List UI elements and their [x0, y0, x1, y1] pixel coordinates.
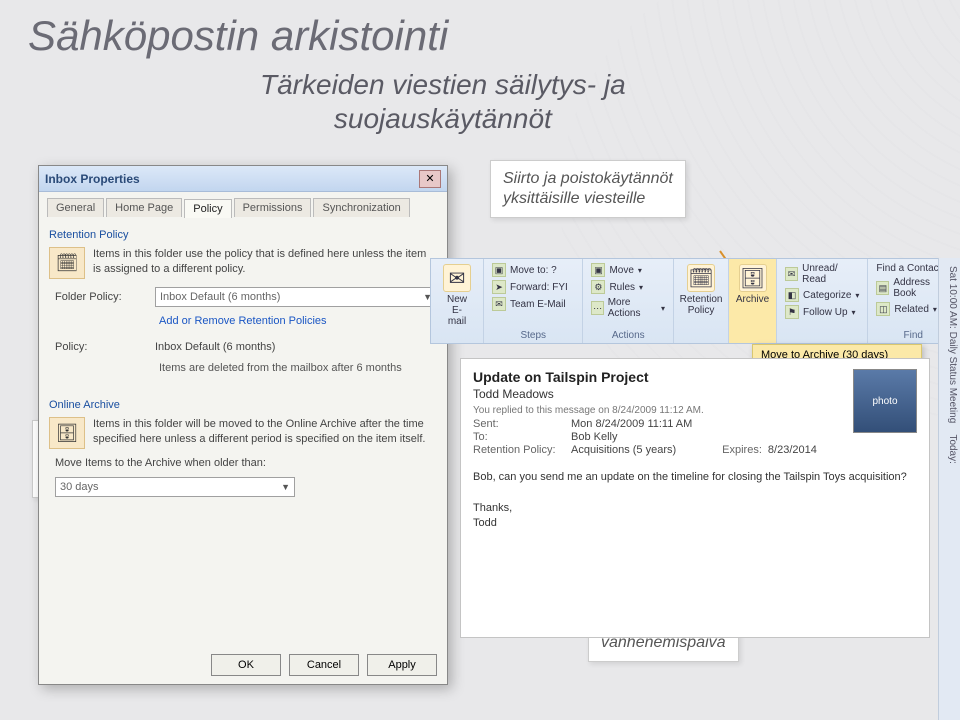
folder-icon: ▣: [492, 263, 506, 277]
move-button[interactable]: ▣Move ▾: [591, 262, 665, 278]
new-email-label: New E-mail: [443, 294, 471, 327]
more-actions-button[interactable]: ⋯More Actions ▾: [591, 296, 665, 320]
inbox-properties-dialog: Inbox Properties ✕ General Home Page Pol…: [38, 165, 448, 685]
archive-description: Items in this folder will be moved to th…: [93, 417, 437, 447]
retention-description: Items in this folder use the policy that…: [93, 247, 437, 277]
archive-icon: 🗄: [49, 417, 85, 449]
more-icon: ⋯: [591, 301, 603, 315]
policy-label: Policy:: [55, 341, 145, 353]
move-older-combo[interactable]: 30 days ▼: [55, 477, 295, 497]
ribbon-label: Follow Up: [803, 307, 847, 318]
ribbon-label: Forward: FYI: [510, 282, 568, 293]
message-body: Bob, can you send me an update on the ti…: [473, 470, 917, 485]
message-signature-1: Thanks,: [473, 501, 917, 516]
sender-avatar: photo: [853, 369, 917, 433]
ribbon-label: Unread/ Read: [802, 263, 859, 285]
rules-button[interactable]: ⚙Rules ▾: [591, 279, 665, 295]
ribbon-group-steps: Steps: [492, 330, 574, 341]
ribbon-label: Team E-Mail: [510, 299, 566, 310]
follow-up-button[interactable]: ⚑Follow Up ▾: [785, 304, 859, 320]
expires-value: 8/23/2014: [768, 444, 817, 456]
envelope-icon: ✉: [785, 267, 798, 281]
folder-policy-combo[interactable]: Inbox Default (6 months) ▼: [155, 287, 437, 307]
tab-home-page[interactable]: Home Page: [106, 198, 182, 217]
ribbon-label: Archive: [736, 294, 769, 305]
tab-policy[interactable]: Policy: [184, 199, 231, 218]
callout-per-message: Siirto ja poistokäytännöt yksittäisille …: [490, 160, 686, 218]
retention-icon: 🗓: [49, 247, 85, 279]
section-retention-title: Retention Policy: [49, 229, 437, 241]
section-archive-title: Online Archive: [49, 399, 437, 411]
forward-icon: ➤: [492, 280, 506, 294]
ribbon-label: More Actions: [608, 297, 657, 319]
move-older-label: Move Items to the Archive when older tha…: [55, 457, 431, 469]
to-value: Bob Kelly: [571, 431, 617, 443]
team-icon: ✉: [492, 297, 506, 311]
dialog-titlebar[interactable]: Inbox Properties ✕: [39, 166, 447, 192]
tab-synchronization[interactable]: Synchronization: [313, 198, 409, 217]
ribbon-label: Categorize: [803, 290, 851, 301]
mail-icon: ✉: [443, 264, 471, 292]
sent-label: Sent:: [473, 418, 565, 430]
tab-permissions[interactable]: Permissions: [234, 198, 312, 217]
new-email-button[interactable]: ✉ New E-mail: [439, 262, 475, 329]
related-icon: ◫: [876, 302, 890, 316]
message-signature-2: Todd: [473, 516, 917, 531]
retention-policy-button[interactable]: 🗓 Retention Policy: [682, 262, 720, 318]
category-icon: ◧: [785, 288, 799, 302]
ribbon: ✉ New E-mail ▣ Move to: ? ➤ Forward: FYI ✉…: [430, 258, 960, 344]
add-remove-policies-link[interactable]: Add or Remove Retention Policies: [159, 315, 437, 327]
ribbon-label: Rules: [609, 282, 635, 293]
forward-fyi-button[interactable]: ➤ Forward: FYI: [492, 279, 574, 295]
dialog-title: Inbox Properties: [45, 172, 140, 186]
rules-icon: ⚙: [591, 280, 605, 294]
ribbon-label: Find a Contact: [876, 263, 941, 274]
message-from: Todd Meadows: [473, 387, 917, 401]
close-icon[interactable]: ✕: [419, 170, 441, 188]
flag-icon: ⚑: [785, 305, 799, 319]
folder-policy-label: Folder Policy:: [55, 291, 145, 303]
move-older-value: 30 days: [60, 481, 99, 493]
apply-button[interactable]: Apply: [367, 654, 437, 676]
policy-value: Inbox Default (6 months): [155, 341, 437, 353]
retention-icon: 🗓: [687, 264, 715, 292]
cancel-button[interactable]: Cancel: [289, 654, 359, 676]
folder-policy-value: Inbox Default (6 months): [160, 291, 280, 303]
retention-label: Retention Policy:: [473, 444, 565, 456]
todo-today: Today:: [947, 434, 958, 463]
ok-button[interactable]: OK: [211, 654, 281, 676]
message-subject: Update on Tailspin Project: [473, 369, 917, 385]
archive-icon: 🗄: [739, 264, 767, 292]
ribbon-label: Move to: ?: [510, 265, 557, 276]
page-title: Sähköpostin arkistointi: [28, 12, 448, 60]
ribbon-label: Retention Policy: [680, 294, 723, 316]
sent-value: Mon 8/24/2009 11:11 AM: [571, 418, 692, 430]
retention-value: Acquisitions (5 years): [571, 444, 676, 456]
categorize-button[interactable]: ◧Categorize ▾: [785, 287, 859, 303]
message-replied-info: You replied to this message on 8/24/2009…: [473, 405, 917, 416]
page-subtitle: Tärkeiden viestien säilytys- ja suojausk…: [260, 68, 626, 135]
ribbon-label: Move: [609, 265, 633, 276]
policy-info: Items are deleted from the mailbox after…: [159, 361, 437, 375]
unread-read-button[interactable]: ✉ Unread/ Read: [785, 262, 859, 286]
todo-appointment: Sat 10:00 AM: Daily Status Meeting: [947, 266, 958, 423]
ribbon-group-actions: Actions: [591, 330, 665, 341]
move-icon: ▣: [591, 263, 605, 277]
chevron-down-icon: ▼: [281, 482, 290, 492]
book-icon: ▤: [876, 281, 889, 295]
todo-bar[interactable]: Sat 10:00 AM: Daily Status Meeting Today…: [938, 258, 960, 720]
reading-pane: photo Update on Tailspin Project Todd Me…: [460, 358, 930, 638]
move-to-button[interactable]: ▣ Move to: ?: [492, 262, 574, 278]
expires-label: Expires:: [722, 444, 762, 456]
to-label: To:: [473, 431, 565, 443]
tab-general[interactable]: General: [47, 198, 104, 217]
archive-button[interactable]: 🗄 Archive: [737, 262, 768, 307]
team-email-button[interactable]: ✉ Team E-Mail: [492, 296, 574, 312]
ribbon-label: Related: [894, 304, 928, 315]
